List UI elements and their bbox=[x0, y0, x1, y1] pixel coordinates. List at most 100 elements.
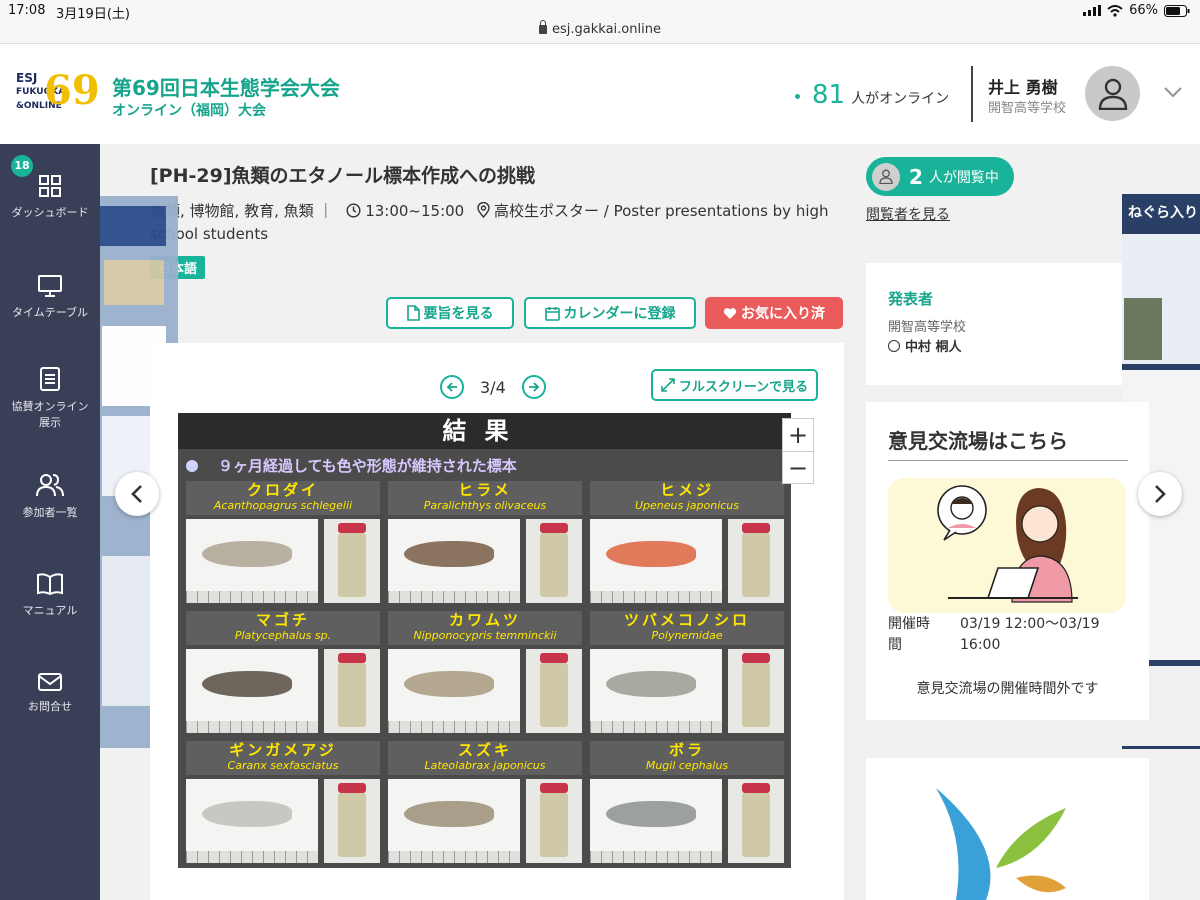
battery-icon bbox=[1164, 4, 1190, 17]
presenter-marker-icon bbox=[888, 340, 900, 352]
fish-name-label: ツバメコノシロ Polynemidae bbox=[590, 611, 784, 645]
prev-page-button[interactable] bbox=[440, 375, 464, 399]
fish-photo bbox=[186, 779, 318, 863]
fish-photo bbox=[590, 649, 722, 733]
page-indicator: 3/4 bbox=[480, 377, 506, 397]
fish-name-label: カワムツ Nipponocypris temminckii bbox=[388, 611, 582, 645]
poster-time: 13:00~15:00 bbox=[365, 202, 465, 220]
monitor-icon bbox=[38, 275, 62, 297]
clock-icon bbox=[346, 203, 361, 218]
fish-latin-name: Nipponocypris temminckii bbox=[413, 629, 557, 642]
jar-glass bbox=[540, 663, 568, 727]
fish-shape bbox=[606, 801, 696, 827]
fish-shape bbox=[404, 541, 494, 567]
fish-latin-name: Caranx sexfasciatus bbox=[227, 759, 339, 772]
exchange-illustration bbox=[888, 478, 1126, 613]
view-abstract-button[interactable]: 要旨を見る bbox=[386, 297, 514, 329]
ruler bbox=[186, 591, 318, 603]
sidebar-item-label: お問合せ bbox=[28, 700, 72, 713]
calendar-icon bbox=[544, 306, 560, 321]
add-to-calendar-button[interactable]: カレンダーに登録 bbox=[524, 297, 696, 329]
bullet-icon bbox=[186, 460, 198, 472]
ruler bbox=[590, 851, 722, 863]
jar-cap bbox=[540, 653, 568, 663]
specimen-jar bbox=[324, 519, 380, 603]
fish-latin-name: Polynemidae bbox=[651, 629, 723, 642]
jar-glass bbox=[338, 663, 366, 727]
expand-icon bbox=[661, 378, 675, 392]
fish-japanese-name: ギンガメアジ bbox=[229, 741, 337, 759]
zoom-controls: + − bbox=[782, 418, 814, 484]
zoom-in-button[interactable]: + bbox=[783, 419, 813, 451]
fish-photo bbox=[590, 779, 722, 863]
fish-name-label: スズキ Lateolabrax japonicus bbox=[388, 741, 582, 775]
sidebar-item-contact[interactable]: お問合せ bbox=[0, 672, 100, 714]
site-header: ESJ FUKUOKA &ONLINE 69 第69回日本生態学会大会 オンライ… bbox=[0, 44, 1200, 144]
url-text: esj.gakkai.online bbox=[552, 22, 661, 37]
conference-title[interactable]: 第69回日本生態学会大会 bbox=[112, 72, 340, 101]
viewing-number: 2 bbox=[909, 164, 923, 189]
poster-slide[interactable]: 結果 ９ヶ月経過しても色や形態が維持された標本 クロダイ Acanthopagru… bbox=[178, 413, 791, 868]
status-bar: 17:08 3月19日(土) 66% bbox=[0, 0, 1200, 22]
specimen-jar bbox=[324, 649, 380, 733]
chevron-down-icon[interactable] bbox=[1163, 86, 1183, 98]
ruler bbox=[590, 721, 722, 733]
sidebar-item-dashboard[interactable]: ダッシュボード bbox=[0, 174, 100, 220]
sidebar-item-label: ダッシュボード bbox=[11, 206, 89, 219]
previous-poster-button[interactable] bbox=[115, 472, 159, 516]
fullscreen-button[interactable]: フルスクリーンで見る bbox=[651, 369, 818, 401]
exchange-status: 意見交流場の開催時間外です bbox=[916, 681, 1099, 697]
page-navigator: 3/4 bbox=[440, 375, 546, 399]
specimen-jar bbox=[728, 649, 784, 733]
online-dot-icon bbox=[795, 94, 800, 99]
fish-specimen-cell: ギンガメアジ Caranx sexfasciatus bbox=[186, 741, 380, 865]
fish-specimen-cell: カワムツ Nipponocypris temminckii bbox=[388, 611, 582, 735]
fish-photo bbox=[388, 519, 520, 603]
address-bar[interactable]: esj.gakkai.online bbox=[0, 20, 1200, 44]
conference-logo[interactable]: ESJ FUKUOKA &ONLINE 69 bbox=[16, 68, 100, 118]
sidebar-item-sponsor-exhibit[interactable]: 協賛オンライン展示 bbox=[0, 366, 100, 430]
fish-japanese-name: ヒメジ bbox=[659, 481, 714, 499]
user-icon bbox=[879, 169, 893, 184]
sidebar-item-manual[interactable]: マニュアル bbox=[0, 572, 100, 618]
fish-name-label: マゴチ Platycephalus sp. bbox=[186, 611, 380, 645]
logo-text-esj: ESJ bbox=[16, 71, 38, 85]
fish-japanese-name: カワムツ bbox=[448, 611, 521, 629]
online-count: 81 人がオンライン bbox=[795, 80, 949, 110]
fish-photo bbox=[590, 519, 722, 603]
fish-japanese-name: マゴチ bbox=[255, 611, 310, 629]
jar-glass bbox=[742, 533, 770, 597]
ruler bbox=[388, 591, 520, 603]
view-viewers-link[interactable]: 閲覧者を見る bbox=[866, 204, 950, 224]
zoom-out-button[interactable]: − bbox=[783, 451, 813, 483]
specimen-jar bbox=[324, 779, 380, 863]
jar-glass bbox=[338, 533, 366, 597]
next-poster-button[interactable] bbox=[1138, 472, 1182, 516]
jar-cap bbox=[742, 523, 770, 533]
presenter-name[interactable]: 中村 桐人 bbox=[888, 336, 962, 355]
jar-glass bbox=[540, 533, 568, 597]
favorite-button[interactable]: お気に入り済 bbox=[705, 297, 843, 329]
wifi-icon bbox=[1107, 4, 1123, 17]
viewing-label: 人が閲覧中 bbox=[928, 169, 999, 186]
fish-specimen-cell: マゴチ Platycephalus sp. bbox=[186, 611, 380, 735]
fish-shape bbox=[202, 541, 292, 567]
user-avatar[interactable] bbox=[1085, 66, 1140, 121]
jar-cap bbox=[338, 653, 366, 663]
fish-name-label: ヒメジ Upeneus japonicus bbox=[590, 481, 784, 515]
sidebar-item-participants[interactable]: 参加者一覧 bbox=[0, 472, 100, 520]
sidebar-item-timetable[interactable]: タイムテーブル bbox=[0, 274, 100, 320]
view-abstract-label: 要旨を見る bbox=[423, 306, 494, 322]
exchange-time-label: 開催時間 bbox=[888, 616, 930, 653]
document-icon bbox=[406, 305, 420, 321]
fish-latin-name: Upeneus japonicus bbox=[634, 499, 740, 512]
heart-icon bbox=[723, 307, 737, 319]
user-icon bbox=[1098, 78, 1128, 110]
fish-shape bbox=[202, 801, 292, 827]
arrow-right-icon bbox=[528, 382, 540, 392]
fish-photo bbox=[388, 649, 520, 733]
next-page-button[interactable] bbox=[521, 375, 546, 399]
sponsor-card[interactable] bbox=[866, 758, 1149, 900]
sidebar: 18 ダッシュボード タイムテーブル 協賛オンライン展示 参加者一覧 マニュアル… bbox=[0, 144, 100, 900]
mail-icon bbox=[38, 673, 62, 691]
